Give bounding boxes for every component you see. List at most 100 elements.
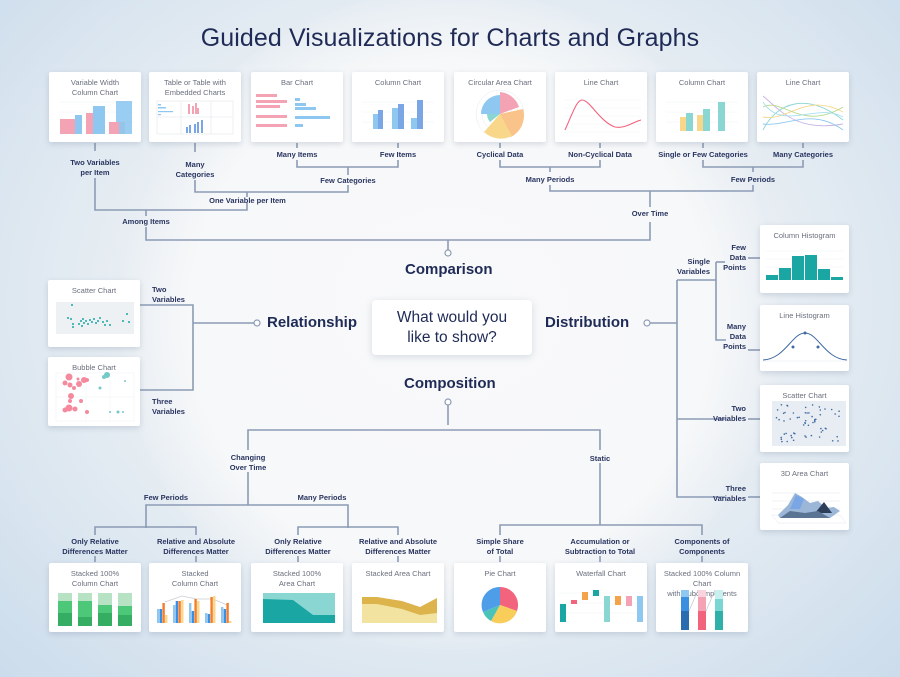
- category-relationship[interactable]: Relationship: [267, 314, 357, 331]
- scatter-dot: [792, 439, 795, 442]
- card-circular-area-chart[interactable]: Circular Area Chart: [454, 72, 546, 142]
- label-many-categories-time: Many Categories: [772, 150, 834, 159]
- connector: [676, 280, 725, 498]
- connector: [94, 526, 197, 535]
- scatter-dot: [789, 418, 791, 420]
- card-line-chart-noncyclical[interactable]: Line Chart: [555, 72, 647, 142]
- stacked-column-bar: [226, 603, 229, 623]
- scatter-dot: [804, 435, 806, 437]
- card-variable-width-column-chart[interactable]: Variable Width Column Chart: [49, 72, 141, 142]
- card-stacked-100-area-chart[interactable]: Stacked 100% Area Chart: [251, 563, 343, 632]
- scatter-dot: [819, 413, 822, 416]
- thumbnail-scatter-distribution: [772, 401, 846, 446]
- card-bubble-chart[interactable]: Bubble Chart: [48, 357, 140, 426]
- scatter-dot: [804, 422, 806, 424]
- scatter-dot: [781, 440, 783, 443]
- scatter-dot: [802, 424, 805, 426]
- scatter-dot: [785, 432, 787, 435]
- scatter-dot: [792, 412, 795, 414]
- thumbnail-line-chart: [564, 99, 642, 133]
- scatter-dot: [810, 434, 813, 437]
- label-few-periods: Few Periods: [730, 175, 776, 184]
- scatter-dot: [791, 436, 793, 439]
- scatter-dot: [818, 436, 821, 438]
- label-rel-two-variables: Two Variables: [152, 285, 185, 304]
- scatter-dot: [824, 427, 827, 430]
- card-table-embedded-charts[interactable]: Table or Table with Embedded Charts: [149, 72, 241, 142]
- scatter-dot: [812, 421, 814, 424]
- scatter-dot: [793, 432, 795, 434]
- scatter-dot: [837, 440, 839, 442]
- stacked-column-bar: [197, 601, 200, 623]
- card-pie-chart[interactable]: Pie Chart: [454, 563, 546, 632]
- label-comp-few-periods: Few Periods: [143, 493, 189, 502]
- category-comparison[interactable]: Comparison: [405, 261, 493, 278]
- scatter-dot: [798, 416, 800, 419]
- card-waterfall-chart[interactable]: Waterfall Chart: [555, 563, 647, 632]
- node-comparison: [444, 249, 452, 257]
- label-many-items: Many Items: [276, 150, 318, 159]
- card-stacked-100-column-chart[interactable]: Stacked 100% Column Chart: [49, 563, 141, 632]
- scatter-dot: [815, 418, 817, 421]
- stacked-column-bar: [157, 609, 160, 623]
- label-two-variables-per-item: Two Variables per Item: [70, 158, 120, 177]
- stacked-column-bar: [221, 607, 224, 623]
- thumbnail-3d-area-chart: [771, 492, 847, 524]
- label-single-variables: Single Variables: [677, 257, 710, 276]
- thumbnail-stacked-subcomponents: [681, 589, 723, 630]
- card-scatter-chart-distribution[interactable]: Scatter Chart: [760, 385, 849, 452]
- label-accumulation: Accumulation or Subtraction to Total: [564, 537, 636, 556]
- scatter-dot: [819, 409, 822, 411]
- thumbnail-variable-width-column: [59, 101, 134, 134]
- scatter-dot: [786, 404, 788, 407]
- node-distribution: [643, 319, 651, 327]
- card-scatter-chart-relationship[interactable]: Scatter Chart: [48, 280, 140, 347]
- card-stacked-column-chart[interactable]: Stacked Column Chart: [149, 563, 241, 632]
- card-column-histogram[interactable]: Column Histogram: [760, 225, 849, 293]
- scatter-dot: [790, 434, 792, 437]
- scatter-dot: [784, 411, 786, 414]
- scatter-dot: [804, 419, 807, 422]
- thumbnail-column-chart: [362, 100, 434, 129]
- connector: [499, 160, 601, 168]
- connector: [549, 185, 754, 192]
- scatter-dot: [804, 406, 807, 409]
- label-relative-absolute-2: Relative and Absolute Differences Matter: [358, 537, 438, 556]
- thumbnail-bubble-chart: [55, 372, 135, 422]
- stacked-column-bar: [178, 601, 181, 623]
- card-stacked-100-subcomponents[interactable]: Stacked 100% Column Chart with Subcompon…: [656, 563, 748, 632]
- card-bar-chart[interactable]: Bar Chart: [251, 72, 343, 142]
- label-components: Components of Components: [674, 537, 730, 556]
- scatter-dot: [804, 412, 807, 414]
- scatter-dot: [814, 421, 816, 423]
- scatter-dot: [796, 416, 799, 419]
- label-many-data-points: Many Data Points: [723, 322, 746, 351]
- stacked-column-bar: [207, 614, 211, 623]
- scatter-dot: [806, 412, 808, 414]
- category-composition[interactable]: Composition: [404, 375, 496, 392]
- scatter-dot: [778, 418, 780, 421]
- center-question: What would you like to show?: [372, 300, 532, 355]
- card-line-histogram[interactable]: Line Histogram: [760, 305, 849, 371]
- scatter-dot: [831, 440, 834, 442]
- card-column-chart-items[interactable]: Column Chart: [352, 72, 444, 142]
- scatter-dot: [807, 424, 810, 427]
- thumbnail-waterfall-chart: [559, 590, 643, 622]
- connector: [296, 160, 399, 168]
- scatter-dot: [780, 438, 783, 440]
- card-line-chart-many-categories[interactable]: Line Chart: [757, 72, 849, 142]
- connector: [145, 504, 349, 528]
- label-few-data-points: Few Data Points: [723, 243, 746, 272]
- scatter-dot: [818, 406, 821, 408]
- card-stacked-area-chart[interactable]: Stacked Area Chart: [352, 563, 444, 632]
- stacked-column-bar: [191, 611, 195, 623]
- node-composition: [444, 398, 452, 406]
- stacked-column-bar: [159, 609, 163, 623]
- card-3d-area-chart[interactable]: 3D Area Chart: [760, 463, 849, 530]
- stacked-column-bar: [205, 613, 208, 623]
- thumbnail-multi-line-chart: [762, 95, 844, 131]
- category-distribution[interactable]: Distribution: [545, 314, 629, 331]
- scatter-dot: [776, 409, 779, 411]
- card-column-chart-periods[interactable]: Column Chart: [656, 72, 748, 142]
- label-only-relative-2: Only Relative Differences Matter: [265, 537, 331, 556]
